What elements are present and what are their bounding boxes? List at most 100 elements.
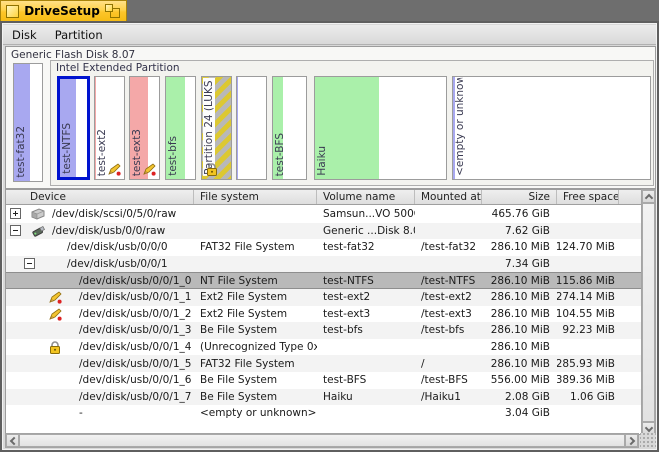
tree-expander-cell [6,256,24,273]
device-cell: /dev/disk/usb/0/0/1_3 [24,322,194,339]
device-path: /dev/disk/usb/0/0/1_4 [79,341,191,353]
zoom-icon[interactable] [105,4,120,18]
disk-visual-pane[interactable]: Generic Flash Disk 8.07 test-fat32 Intel… [5,46,656,189]
size-cell: 286.10 MiB [482,272,557,289]
scroll-left-icon[interactable] [6,434,19,447]
filler-cell [619,256,642,273]
mounted-at-cell [415,256,482,273]
free-space-cell: 274.14 MiB [557,289,619,306]
table-row-/dev/disk/usb/0/0/1_5[interactable]: /dev/disk/usb/0/0/1_5FAT32 File System/2… [6,355,642,372]
table-row-/dev/disk/scsi/0/5/0/raw[interactable]: /dev/disk/scsi/0/5/0/rawSamsun...VO 500G… [6,206,642,223]
table-row-/dev/disk/usb/0/0/raw[interactable]: /dev/disk/usb/0/0/rawGeneric ...Disk 8.0… [6,223,642,240]
column-header-device[interactable]: Device [24,190,194,204]
window-title: DriveSetup [19,4,105,18]
table-row-/dev/disk/usb/0/0/1_1[interactable]: /dev/disk/usb/0/0/1_1Ext2 File Systemtes… [6,289,642,306]
tree-expander-cell [6,355,24,372]
partition-table: DeviceFile systemVolume nameMounted atSi… [5,189,642,435]
free-space-cell: 285.93 MiB [557,355,619,372]
mounted-at-cell [415,339,482,356]
size-cell: 2.08 GiB [482,389,557,406]
partition-box-test-bfs[interactable]: test-bfs [165,76,196,180]
volume-name-cell: test-fat32 [317,239,415,256]
size-cell: 7.62 GiB [482,223,557,240]
mounted-at-cell [415,206,482,223]
scroll-right-icon[interactable] [625,434,638,447]
filler-cell [619,405,642,422]
partition-name-label: test-NTFS [61,123,73,174]
device-path: - [79,407,83,419]
column-header-volume[interactable]: Volume name [317,190,415,204]
partition-box-test-BFS[interactable]: test-BFS [272,76,307,180]
collapse-icon[interactable] [24,258,35,269]
device-cell: /dev/disk/usb/0/0/raw [24,223,194,240]
filler-cell [619,389,642,406]
tree-expander-cell [6,306,24,323]
column-header-size[interactable]: Size [482,190,557,204]
free-space-cell: 92.23 MiB [557,322,619,339]
partition-box-Partition 24 (LUKS enc...[interactable]: Partition 24 (LUKS enc... [201,76,232,180]
table-row-empty[interactable]: -<empty or unknown>3.04 GiB [6,405,642,422]
device-path: /dev/disk/usb/0/0/1_5 [79,358,191,370]
filesystem-cell: Ext2 File System [194,289,317,306]
volume-name-cell [317,405,415,422]
extended-partition-container[interactable]: Intel Extended Partition test-NTFS test-e… [50,60,654,186]
table-row-/dev/disk/usb/0/0/1_2[interactable]: /dev/disk/usb/0/0/1_2Ext2 File Systemtes… [6,306,642,323]
menu-item-disk[interactable]: Disk [3,26,46,44]
size-cell: 286.10 MiB [482,339,557,356]
column-header-filesystem[interactable]: File system [194,190,317,204]
partition-box-Haiku[interactable]: Haiku [314,76,447,180]
free-space-cell: 124.70 MiB [557,239,619,256]
title-tab[interactable]: DriveSetup [0,0,127,21]
partition-box-test-fat32[interactable]: test-fat32 [13,63,43,182]
column-header-free[interactable]: Free space [557,190,619,204]
partition-box-<empty or unknown>[interactable]: <empty or unknown> [452,76,651,180]
filesystem-cell: Be File System [194,372,317,389]
partition-name-label: test-bfs [167,136,179,176]
table-row-/dev/disk/usb/0/0/1_3[interactable]: /dev/disk/usb/0/0/1_3Be File Systemtest-… [6,322,642,339]
menu-item-partition[interactable]: Partition [46,26,112,44]
horizontal-scrollbar[interactable] [5,433,639,448]
table-row-/dev/disk/usb/0/0/1_4[interactable]: /dev/disk/usb/0/0/1_4(Unrecognized Type … [6,339,642,356]
device-path: /dev/disk/usb/0/0/1 [67,258,168,270]
column-header-mounted[interactable]: Mounted at [415,190,482,204]
partition-box-test-ext2[interactable]: test-ext2 [94,76,125,180]
partition-box-unnamed-5[interactable] [236,76,267,180]
device-cell: /dev/disk/usb/0/0/1_7 [24,389,194,406]
extended-partition-label: Intel Extended Partition [56,62,180,74]
table-header-row: DeviceFile systemVolume nameMounted atSi… [6,190,642,205]
partition-name-label: <empty or unknown> [454,78,466,176]
device-path: /dev/disk/usb/0/0/1_1 [79,291,191,303]
horizontal-scroll-thumb[interactable] [19,434,625,447]
close-icon[interactable] [6,5,19,18]
device-cell: /dev/disk/usb/0/0/1_2 [24,306,194,323]
vertical-scroll-thumb[interactable] [642,203,655,422]
table-row-/dev/disk/usb/0/0/0[interactable]: /dev/disk/usb/0/0/0FAT32 File Systemtest… [6,239,642,256]
mounted-at-cell: /Haiku1 [415,389,482,406]
filler-cell [619,272,642,289]
partition-name-label: Haiku [316,146,328,176]
size-cell: 286.10 MiB [482,289,557,306]
size-cell: 286.10 MiB [482,322,557,339]
resize-grip[interactable] [640,433,656,448]
expand-icon[interactable] [10,208,21,219]
scroll-up-icon[interactable] [642,190,655,203]
filesystem-cell: Be File System [194,389,317,406]
size-cell: 286.10 MiB [482,355,557,372]
partition-box-test-NTFS[interactable]: test-NTFS [57,76,90,180]
filler-cell [619,289,642,306]
table-row-/dev/disk/usb/0/0/1_7[interactable]: /dev/disk/usb/0/0/1_7Be File SystemHaiku… [6,389,642,406]
filesystem-cell [194,256,317,273]
filesystem-cell: FAT32 File System [194,355,317,372]
mounted-at-cell: /test-bfs [415,322,482,339]
vertical-scrollbar[interactable] [641,189,656,436]
table-row-/dev/disk/usb/0/0/1_6[interactable]: /dev/disk/usb/0/0/1_6Be File Systemtest-… [6,372,642,389]
partition-box-test-ext3[interactable]: test-ext3 [129,76,160,180]
filesystem-cell: <empty or unknown> [194,405,317,422]
collapse-icon[interactable] [10,225,21,236]
table-row-/dev/disk/usb/0/0/1[interactable]: /dev/disk/usb/0/0/17.34 GiB [6,256,642,273]
column-header-tree[interactable] [6,190,24,204]
table-row-/dev/disk/usb/0/0/1_0[interactable]: /dev/disk/usb/0/0/1_0NT File Systemtest-… [6,272,642,289]
free-space-cell: 104.55 MiB [557,306,619,323]
volume-name-cell: test-BFS [317,372,415,389]
filesystem-cell [194,206,317,223]
